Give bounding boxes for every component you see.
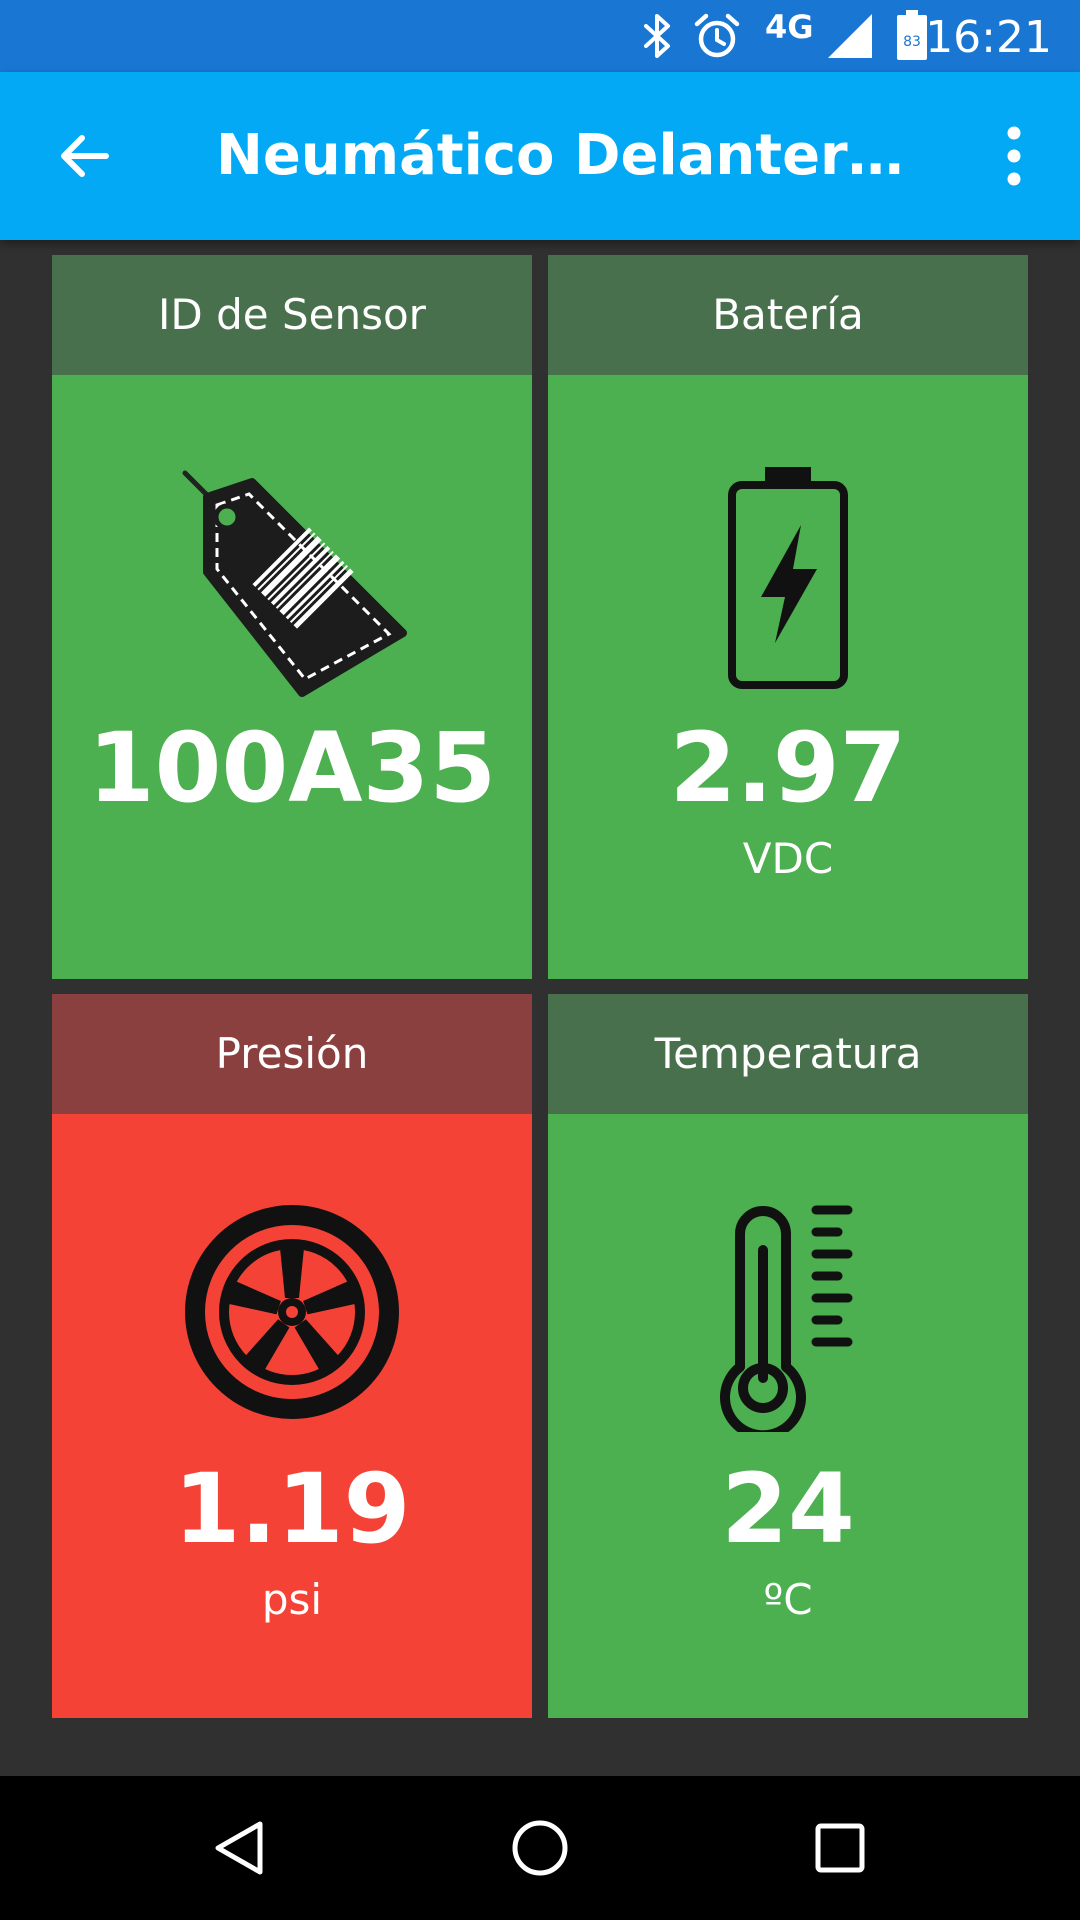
network-type: 4G [765, 8, 814, 46]
battery-body: 2.97 VDC [548, 375, 1028, 979]
app-bar: Neumático Delantero Izquierdo [0, 72, 1080, 240]
temperature-body: 24 ºC [548, 1114, 1028, 1718]
pressure-title: Presión [52, 994, 532, 1114]
battery-icon: 83 [897, 10, 927, 60]
battery-title: Batería [548, 255, 1028, 375]
pressure-body: 1.19 psi [52, 1114, 532, 1718]
pressure-value: 1.19 [173, 1453, 411, 1565]
pressure-card[interactable]: Presión 1.19 psi [52, 994, 532, 1718]
temperature-card[interactable]: Temperatura 24 ºC [548, 994, 1028, 1718]
wheel-icon [52, 1202, 532, 1427]
overflow-menu-icon[interactable] [990, 124, 1038, 188]
alarm-icon [694, 13, 740, 58]
clock: 16:21 [925, 12, 1052, 63]
battery-charging-icon [548, 463, 1028, 698]
battery-value: 2.97 [669, 712, 907, 824]
barcode-tag-icon [52, 467, 532, 702]
system-nav-bar [0, 1776, 1080, 1920]
sensor-id-title: ID de Sensor [52, 255, 532, 375]
sensor-id-card[interactable]: ID de Sensor 100A35 [52, 255, 532, 979]
signal-icon [828, 14, 872, 58]
battery-level: 83 [903, 34, 921, 50]
battery-card[interactable]: Batería 2.97 VDC [548, 255, 1028, 979]
page-title: Neumático Delantero Izquierdo [216, 123, 926, 188]
thermometer-icon [548, 1202, 1028, 1437]
status-bar: 4G 83 16:21 [0, 0, 1080, 72]
back-arrow-icon[interactable] [56, 128, 112, 184]
temperature-unit: ºC [763, 1575, 813, 1624]
nav-home-icon[interactable] [510, 1818, 570, 1878]
battery-unit: VDC [742, 834, 834, 883]
sensor-id-body: 100A35 [52, 375, 532, 979]
nav-back-icon[interactable] [210, 1818, 270, 1878]
pressure-unit: psi [261, 1575, 323, 1624]
temperature-title: Temperatura [548, 994, 1028, 1114]
temperature-value: 24 [721, 1453, 855, 1565]
nav-recents-icon[interactable] [810, 1818, 870, 1878]
bluetooth-icon [644, 14, 670, 58]
sensor-id-value: 100A35 [87, 712, 497, 824]
